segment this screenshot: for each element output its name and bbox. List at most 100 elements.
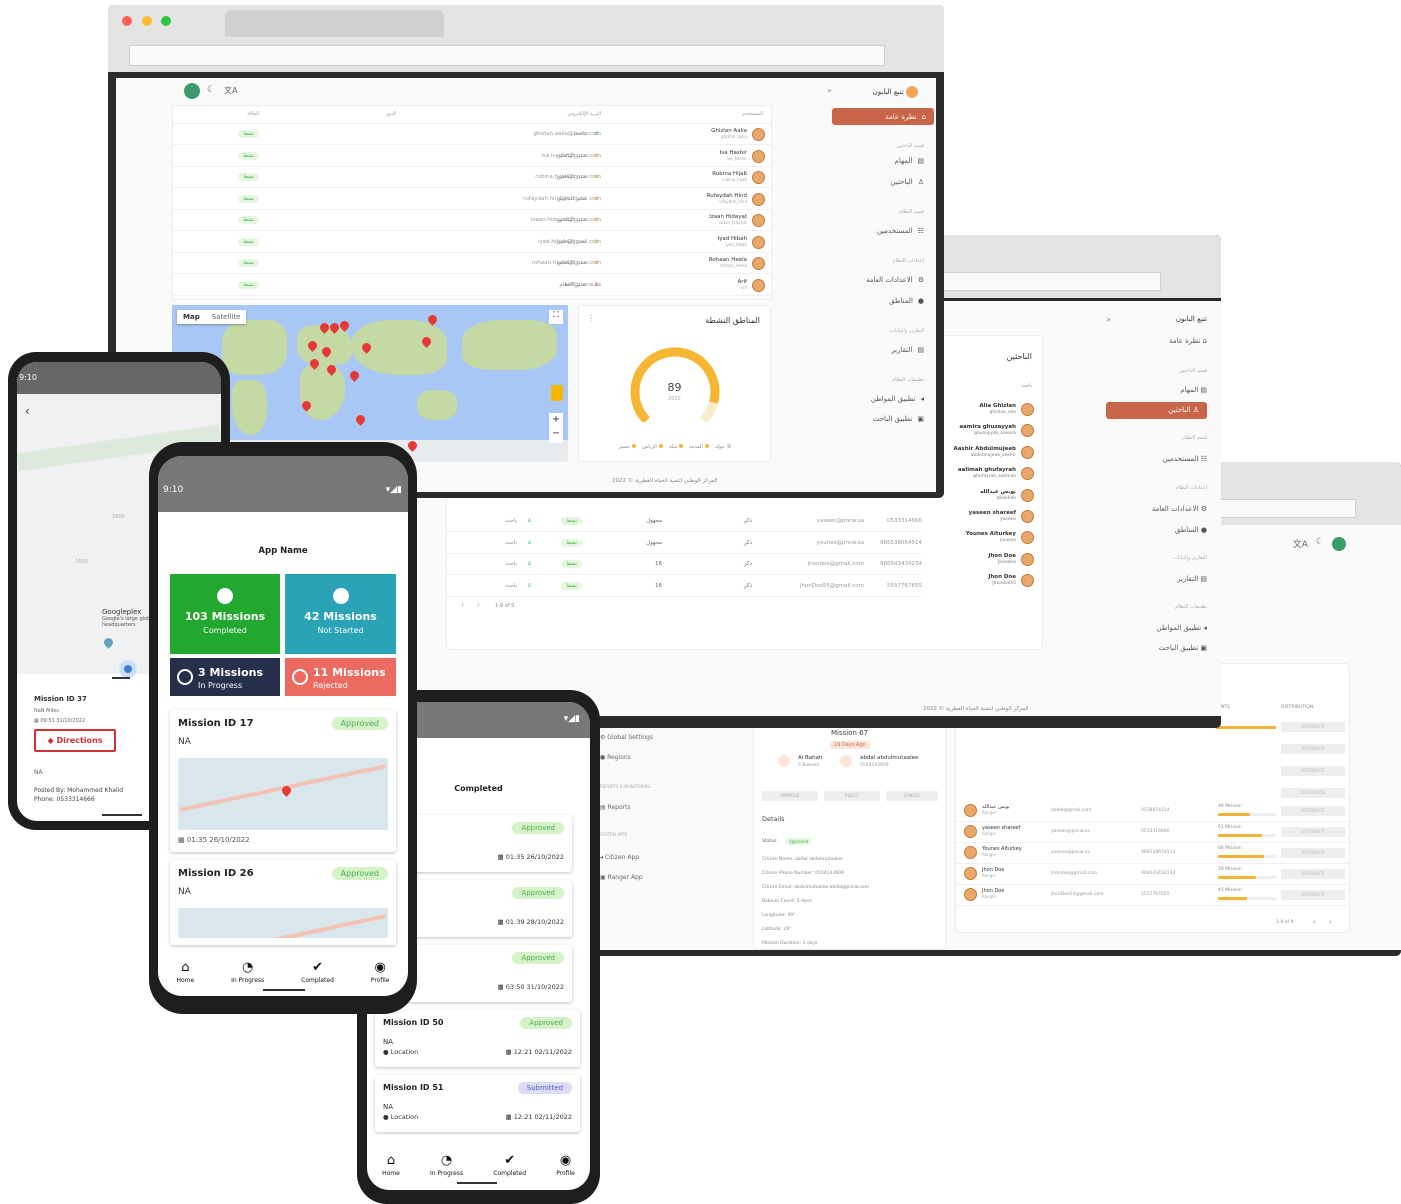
sidebar-item-citizen-app[interactable]: تطبيق المواطن ◂ <box>1157 624 1207 632</box>
sidebar-item-overview[interactable]: نظرة عامة ⌂ <box>832 108 934 125</box>
satellite-tab[interactable]: Satellite <box>206 310 247 324</box>
translate-icon[interactable]: 文A <box>1293 537 1308 551</box>
table-row[interactable]: Iyad Hibah iyad_hibah iyad.hibah@gmail.com… <box>173 232 771 253</box>
table-row[interactable]: Jhon Doe Ranger jhonDoe55@gmail.com 5557767… <box>956 885 1349 906</box>
sidebar-item-tasks[interactable]: المهام ▤ <box>895 157 924 165</box>
zoom-controls[interactable]: + − <box>549 413 563 443</box>
table-row[interactable]: 966543434234 jhondoe@gmail.com ذكر 16 نشط ♙ با… <box>447 554 922 575</box>
table-row[interactable]: Jhon Doe Ranger jhondoe@gmail.com 966543434… <box>956 864 1349 885</box>
table-row[interactable]: Younes Alturkey Ranger younes@pncw.sa 96653… <box>956 843 1349 864</box>
sidebar-item-ranger-app[interactable]: ▣ Ranger App <box>600 875 643 881</box>
reject-button[interactable]: REJECT <box>824 791 880 801</box>
table-row[interactable]: Ghizlan Aalia ghizlan_aalia ghizlan.aalia@… <box>173 124 771 145</box>
list-item[interactable]: Jhon Doe jhondoe55 <box>922 571 1042 592</box>
table-row[interactable]: Rohaan Heela rohaan_heela rohaan.heela@pnc… <box>173 253 771 274</box>
map-pin[interactable] <box>354 413 367 426</box>
prev-page-icon[interactable]: ‹ <box>1313 918 1316 926</box>
sidebar-item-general-settings[interactable]: الاعدادات العامة ⚙ <box>1152 505 1207 513</box>
browser-tab[interactable] <box>225 10 444 37</box>
list-item[interactable]: Jhon Doe jhondoe <box>922 550 1042 571</box>
mission-card[interactable]: Mission ID 17 Approved NA ▦ 01:35 26/10/202… <box>170 710 396 852</box>
nav-item-in-progress[interactable]: ◔ In Progress <box>231 961 264 984</box>
mission-card[interactable]: Mission ID 51 Submitted NA ● Location ▦ 12:2… <box>375 1075 580 1132</box>
distribute-button[interactable]: DISTRIBUTE <box>1281 890 1345 900</box>
next-page-icon[interactable]: › <box>477 601 480 609</box>
distribute-button[interactable]: DISTRIBUTE <box>1281 827 1345 837</box>
dark-mode-icon[interactable]: ☾ <box>207 85 215 95</box>
dark-mode-icon[interactable]: ☾ <box>1316 537 1324 551</box>
stat-tile[interactable]: 3 Missions In Progress <box>170 658 280 696</box>
place-pin[interactable] <box>102 636 115 649</box>
pegman-icon[interactable] <box>551 385 563 401</box>
sidebar-item-overview[interactable]: نظرة عامة ⌂ <box>1169 337 1207 345</box>
stat-tile[interactable]: 42 Missions Not Started <box>285 574 396 654</box>
sidebar-item-general-settings[interactable]: الاعدادات العامة ⚙ <box>866 276 924 284</box>
nav-item-in-progress[interactable]: ◔ In Progress <box>430 1154 463 1177</box>
sidebar-item-researchers[interactable]: الباحثين ♙ <box>1106 402 1207 419</box>
table-row[interactable]: 966538654514 younes@pncw.sa ذكر مجهول نشط ♙ با… <box>447 533 922 554</box>
table-row[interactable]: Arif arif arif@pncw.sa مدير النظام ♙ نشط <box>173 275 771 296</box>
distribute-button[interactable]: DISTRIBUTE <box>1281 766 1345 776</box>
distribute-button[interactable]: DISTRIBUTE <box>1281 744 1345 754</box>
table-row[interactable]: Rufaydah Hind rufaydah_hind rufaydah.hind@… <box>173 189 771 210</box>
back-icon[interactable]: ‹ <box>25 404 30 418</box>
avatar[interactable] <box>184 83 200 99</box>
approve-button[interactable]: APPROVE <box>762 791 818 801</box>
distribute-button[interactable]: DISTRIBUTE <box>1281 848 1345 858</box>
next-page-icon[interactable]: › <box>1329 918 1332 926</box>
mission-card[interactable]: Mission ID 50 Approved NA ● Location ▦ 12:21… <box>375 1010 580 1067</box>
distribute-button[interactable]: DISTRIBUTE <box>1281 806 1345 816</box>
nav-item-profile[interactable]: ◉ Profile <box>556 1154 575 1177</box>
map-tab[interactable]: Map <box>177 310 206 324</box>
distribute-button[interactable]: DISTRIBUTE <box>1281 869 1345 879</box>
more-options-icon[interactable]: ⋮ <box>587 314 595 323</box>
sidebar-item-regions[interactable]: المناطق ● <box>1175 526 1207 534</box>
cancel-button[interactable]: CANCEL <box>886 791 938 801</box>
nav-item-home[interactable]: ⌂ Home <box>382 1154 400 1177</box>
sidebar-item-regions[interactable]: ● Regions <box>600 755 631 761</box>
sidebar-item-tasks[interactable]: المهام ▤ <box>1180 386 1207 394</box>
list-item[interactable]: Younes Alturkey younes <box>922 528 1042 549</box>
sidebar-item-citizen-app[interactable]: تطبيق المواطن ◂ <box>871 395 924 403</box>
sidebar-item-reports[interactable]: التقارير ▤ <box>891 346 924 354</box>
collapse-icon[interactable]: » <box>1106 315 1111 324</box>
translate-icon[interactable]: 文A <box>224 85 237 96</box>
table-row[interactable]: Izaan Hidayat izaan_hidayat izaan.hidayat@… <box>173 210 771 231</box>
stat-tile[interactable]: 11 Missions Rejected <box>285 658 396 696</box>
sidebar-item-regions[interactable]: المناطق ● <box>889 297 924 305</box>
nav-item-completed[interactable]: ✔ Completed <box>493 1154 526 1177</box>
close-window-icon[interactable] <box>122 16 132 26</box>
nav-item-profile[interactable]: ◉ Profile <box>371 961 390 984</box>
prev-page-icon[interactable]: ‹ <box>461 601 464 609</box>
table-row[interactable]: yaseen shareef Ranger yaseen@pncw.sa 053331… <box>956 822 1349 843</box>
stat-tile[interactable]: 103 Missions Completed <box>170 574 280 654</box>
fullscreen-icon[interactable]: ⛶ <box>549 310 563 324</box>
sidebar-item-reports[interactable]: ▤ Reports <box>600 805 631 811</box>
nav-item-home[interactable]: ⌂ Home <box>176 961 194 984</box>
mission-card[interactable]: Mission ID 26 Approved NA <box>170 860 396 945</box>
table-row[interactable]: يونس عبدالله Ranger abdal@gmail.com 0538654… <box>956 801 1349 822</box>
table-row[interactable]: Isa Hashir isa_hashir isa.hashir@pncw.com م… <box>173 146 771 167</box>
distribute-button[interactable]: DISTRIBUTE <box>1281 722 1345 732</box>
nav-item-completed[interactable]: ✔ Completed <box>301 961 334 984</box>
sidebar-item-global-settings[interactable]: ⚙ Global Settings <box>600 735 653 741</box>
sidebar-item-researcher-app[interactable]: تطبيق الباحث ▣ <box>873 415 924 423</box>
address-bar[interactable] <box>129 45 885 66</box>
distribute-button[interactable]: DISTRIBUTE <box>1281 788 1345 798</box>
sheet-handle[interactable] <box>112 677 130 679</box>
table-row[interactable]: 0533314666 yaseen@pncw.sa ذكر مجهول نشط ♙ باحث <box>447 511 922 532</box>
collapse-icon[interactable]: » <box>827 86 832 95</box>
list-item[interactable]: yaseen shareef yaseen <box>922 507 1042 528</box>
sidebar-item-researchers[interactable]: الباحثين ♙ <box>891 178 924 186</box>
regions-map[interactable]: Map Satellite ⛶ + − <box>172 305 568 462</box>
minimize-window-icon[interactable] <box>142 16 152 26</box>
sidebar-item-citizen-app[interactable]: ◂ Citizen App <box>600 855 639 861</box>
avatar[interactable] <box>1332 537 1346 551</box>
sidebar-item-researcher-app[interactable]: تطبيق الباحث ▣ <box>1159 644 1207 652</box>
sidebar-item-reports[interactable]: التقارير ▤ <box>1177 575 1207 583</box>
sidebar-item-users[interactable]: المستخدمين ☷ <box>1163 455 1207 463</box>
sidebar-item-users[interactable]: المستخدمين ☷ <box>877 227 924 235</box>
maximize-window-icon[interactable] <box>161 16 171 26</box>
table-row[interactable]: 5557767655 jhonDoe55@gmail.com ذكر 16 نشط ♙ با… <box>447 576 922 597</box>
map-pin[interactable] <box>348 369 361 382</box>
